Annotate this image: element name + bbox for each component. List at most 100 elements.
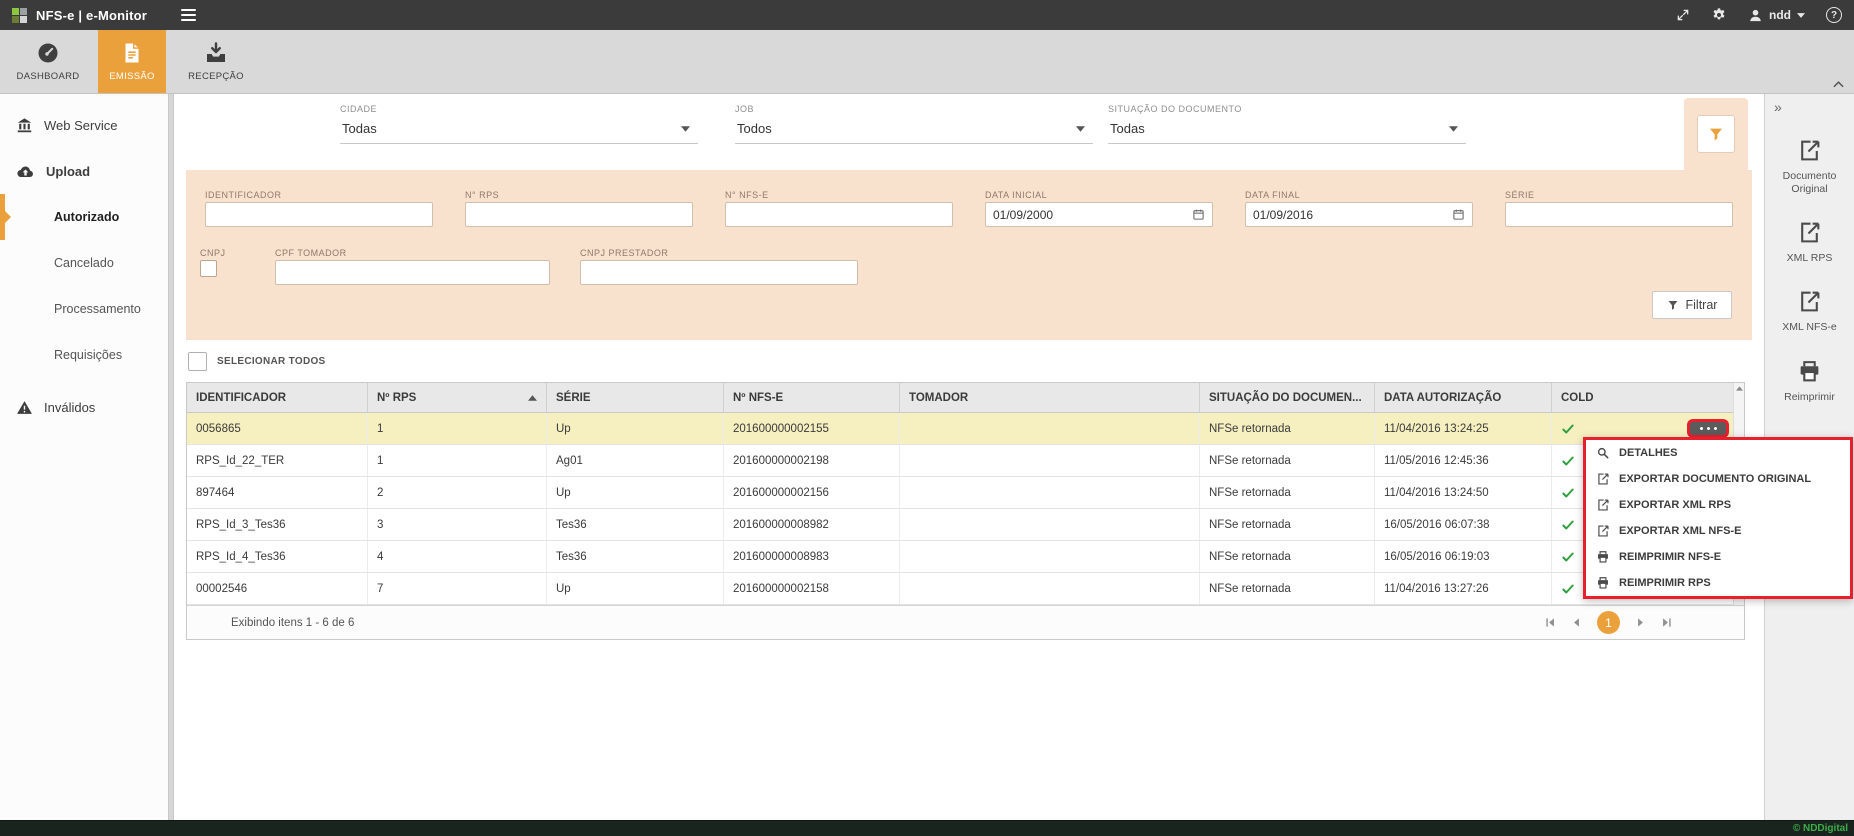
chevron-down-icon	[681, 126, 690, 132]
table-row[interactable]: RPS_Id_22_TER 1 Ag01 201600000002198 NFS…	[187, 445, 1744, 477]
table-row[interactable]: 897464 2 Up 201600000002156 NFSe retorna…	[187, 477, 1744, 509]
cell-serie: Up	[547, 573, 724, 604]
row-actions-button[interactable]	[1690, 422, 1726, 435]
sidebar-item-invalidos[interactable]: Inválidos	[0, 384, 168, 430]
cell-data-autorizacao: 11/04/2016 13:24:50	[1375, 477, 1552, 508]
column-header-situacao[interactable]: SITUAÇÃO DO DOCUMEN...	[1200, 383, 1375, 412]
sidebar-item-requisicoes[interactable]: Requisições	[0, 332, 168, 378]
column-header-nfse[interactable]: Nº NFS-E	[724, 383, 900, 412]
check-icon	[1561, 486, 1575, 500]
next-page-button[interactable]	[1635, 617, 1646, 628]
printer-icon	[1596, 576, 1610, 590]
identificador-input[interactable]	[205, 202, 433, 227]
cell-nfse: 201600000002198	[724, 445, 900, 476]
nrps-input[interactable]	[465, 202, 693, 227]
context-menu-item-detalhes[interactable]: DETALHES	[1586, 440, 1850, 466]
select-all-row: SELECIONAR TODOS	[174, 340, 1764, 382]
rail-item-documento-original[interactable]: Documento Original	[1765, 138, 1854, 196]
cell-identificador: 00002546	[187, 573, 368, 604]
tab-emissao[interactable]: EMISSÃO	[98, 30, 166, 93]
tab-dashboard[interactable]: DASHBOARD	[14, 30, 82, 93]
cell-tomador	[900, 509, 1200, 540]
cell-data-autorizacao: 16/05/2016 06:07:38	[1375, 509, 1552, 540]
gears-icon	[1711, 7, 1727, 23]
cnpj-checkbox[interactable]	[200, 260, 217, 277]
person-icon	[1748, 8, 1763, 23]
export-document-icon	[1797, 138, 1822, 163]
cell-nfse: 201600000008983	[724, 541, 900, 572]
filter-icon	[1667, 299, 1679, 311]
rail-collapse-button[interactable]: »	[1765, 100, 1854, 114]
calendar-icon[interactable]	[1452, 208, 1465, 221]
cpf-tomador-input[interactable]	[275, 260, 550, 285]
column-header-data-autorizacao[interactable]: DATA AUTORIZAÇÃO	[1375, 383, 1552, 412]
previous-page-icon	[1571, 617, 1582, 628]
data-inicial-field[interactable]	[985, 202, 1213, 227]
rail-item-reimprimir[interactable]: Reimprimir	[1765, 359, 1854, 404]
job-value: Todos	[737, 121, 772, 136]
current-page-indicator[interactable]: 1	[1597, 611, 1620, 634]
nddigital-logo-icon	[12, 8, 27, 23]
column-header-serie[interactable]: SÉRIE	[547, 383, 724, 412]
top-bar: NFS-e | e-Monitor ndd ?	[0, 0, 1854, 30]
cell-data-autorizacao: 11/04/2016 13:27:26	[1375, 573, 1552, 604]
tab-recepcao[interactable]: RECEPÇÃO	[182, 30, 250, 93]
row-context-menu: DETALHES EXPORTAR DOCUMENTO ORIGINAL EXP…	[1583, 437, 1853, 599]
rail-item-xml-nfse[interactable]: XML NFS-e	[1765, 289, 1854, 334]
filtrar-button[interactable]: Filtrar	[1652, 291, 1732, 319]
column-header-identificador[interactable]: IDENTIFICADOR	[187, 383, 368, 412]
last-page-button[interactable]	[1661, 617, 1672, 628]
filter-toggle-button[interactable]	[1697, 115, 1735, 153]
column-header-rps[interactable]: Nº RPS	[368, 383, 547, 412]
calendar-icon[interactable]	[1192, 208, 1205, 221]
table-row[interactable]: RPS_Id_3_Tes36 3 Tes36 201600000008982 N…	[187, 509, 1744, 541]
sidebar-item-processamento[interactable]: Processamento	[0, 286, 168, 332]
cell-tomador	[900, 573, 1200, 604]
export-document-icon	[1596, 472, 1610, 486]
cell-situacao: NFSe retornada	[1200, 509, 1375, 540]
toolbar-collapse-button[interactable]	[1833, 81, 1844, 88]
tab-emissao-label: EMISSÃO	[109, 71, 154, 82]
context-menu-item-exportar-xml-rps[interactable]: EXPORTAR XML RPS	[1586, 492, 1850, 518]
dashboard-icon	[36, 41, 60, 65]
printer-icon	[1596, 550, 1610, 564]
data-inicial-input[interactable]	[993, 208, 1192, 222]
sidebar-item-upload[interactable]: Upload	[0, 148, 168, 194]
context-menu-item-exportar-documento-original[interactable]: EXPORTAR DOCUMENTO ORIGINAL	[1586, 466, 1850, 492]
column-header-cold[interactable]: COLD	[1552, 383, 1744, 412]
user-menu[interactable]: ndd	[1748, 8, 1805, 23]
app-title: NFS-e | e-Monitor	[36, 8, 147, 23]
nnfse-input[interactable]	[725, 202, 953, 227]
context-menu-item-exportar-xml-nfse[interactable]: EXPORTAR XML NFS-E	[1586, 518, 1850, 544]
cell-rps: 1	[368, 445, 547, 476]
select-all-checkbox[interactable]	[188, 352, 207, 371]
previous-page-button[interactable]	[1571, 617, 1582, 628]
menu-toggle-button[interactable]	[177, 5, 200, 25]
serie-input[interactable]	[1505, 202, 1733, 227]
context-menu-item-reimprimir-rps[interactable]: REIMPRIMIR RPS	[1586, 570, 1850, 596]
context-menu-item-reimprimir-nfse[interactable]: REIMPRIMIR NFS-E	[1586, 544, 1850, 570]
job-dropdown[interactable]: JOB Todos	[735, 104, 1093, 144]
cell-tomador	[900, 541, 1200, 572]
data-final-field[interactable]	[1245, 202, 1473, 227]
cnpj-prestador-input[interactable]	[580, 260, 858, 285]
table-row[interactable]: 0056865 1 Up 201600000002155 NFSe retorn…	[187, 413, 1744, 445]
help-button[interactable]: ?	[1826, 7, 1842, 23]
fullscreen-button[interactable]	[1676, 8, 1690, 22]
column-header-tomador[interactable]: TOMADOR	[900, 383, 1200, 412]
sidebar-item-cancelado[interactable]: Cancelado	[0, 240, 168, 286]
cidade-label: CIDADE	[340, 104, 698, 114]
cell-identificador: 897464	[187, 477, 368, 508]
sidebar-item-web-service[interactable]: Web Service	[0, 102, 168, 148]
data-final-input[interactable]	[1253, 208, 1452, 222]
cidade-dropdown[interactable]: CIDADE Todas	[340, 104, 698, 144]
situacao-documento-dropdown[interactable]: SITUAÇÃO DO DOCUMENTO Todas	[1108, 104, 1466, 144]
table-row[interactable]: RPS_Id_4_Tes36 4 Tes36 201600000008983 N…	[187, 541, 1744, 573]
copyright-link[interactable]: © NDDigital	[1793, 823, 1848, 834]
settings-button[interactable]	[1711, 7, 1727, 23]
bank-icon	[16, 117, 33, 134]
rail-item-xml-rps[interactable]: XML RPS	[1765, 220, 1854, 265]
first-page-button[interactable]	[1545, 617, 1556, 628]
table-row[interactable]: 00002546 7 Up 201600000002158 NFSe retor…	[187, 573, 1744, 605]
sidebar-item-autorizado[interactable]: Autorizado	[0, 194, 168, 240]
